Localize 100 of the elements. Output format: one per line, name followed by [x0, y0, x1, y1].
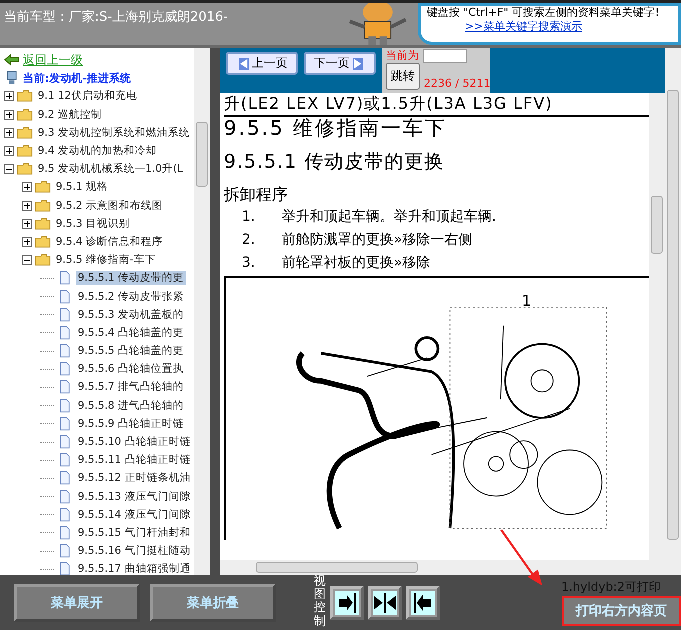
- scrollbar[interactable]: [194, 48, 210, 575]
- next-page-button[interactable]: 下一页: [304, 52, 376, 75]
- expand-toggle-icon[interactable]: [4, 91, 14, 102]
- folder-icon: [17, 108, 33, 122]
- document-icon: [57, 416, 73, 431]
- procedure-heading: 拆卸程序: [224, 185, 289, 206]
- tree-item[interactable]: 9.5.5.1 传动皮带的更: [76, 271, 186, 286]
- arrows-inward-icon: [373, 590, 397, 614]
- tree-item[interactable]: 9.4 发动机的加热和冷却: [36, 144, 160, 158]
- tree-item[interactable]: 9.5.5.3 发动机盖板的: [76, 308, 186, 322]
- tree-item[interactable]: 9.5.5.13 液压气门间隙: [76, 490, 193, 504]
- document-subtitle: 升(LE2 LEX LV7)或1.5升(L3A L3G LFV): [224, 93, 649, 117]
- tip-text: 键盘按 "Ctrl+F" 可搜索左侧的资料菜单关键字!: [427, 6, 661, 19]
- right-pane-view-button[interactable]: [330, 586, 364, 620]
- document-icon: [57, 362, 73, 376]
- folder-icon: [35, 216, 51, 231]
- document-icon: [57, 344, 73, 358]
- document-icon: [57, 326, 73, 340]
- folder-icon: [35, 234, 51, 249]
- tree-item[interactable]: 9.5.5.14 液压气门间隙: [76, 508, 193, 522]
- document-icon: [57, 290, 73, 304]
- folder-icon: [17, 144, 33, 158]
- tree-item[interactable]: 9.5.3 目视识别: [54, 216, 132, 231]
- document-icon: [57, 435, 73, 450]
- scrollbar[interactable]: [649, 93, 665, 560]
- tree-item[interactable]: 9.5.5.8 进气凸轮轴的: [76, 398, 186, 413]
- tree-item[interactable]: 9.5.5.10 凸轮轴正时链: [76, 435, 193, 450]
- document-icon: [57, 398, 73, 413]
- tree-item[interactable]: 9.5.5.15 气门杆油封和: [76, 526, 193, 540]
- section-heading: 9.5.5 维修指南一车下: [224, 117, 448, 139]
- document-icon: [57, 526, 73, 540]
- step-text: 举升和顶起车辆。举升和顶起车辆.: [282, 208, 496, 227]
- document-icon: [57, 271, 73, 286]
- tree-item[interactable]: 9.5.5.6 凸轮轴位置执: [76, 362, 186, 376]
- document-icon: [57, 308, 73, 322]
- tree-item[interactable]: 9.5.5.9 凸轮轴正时链: [76, 416, 186, 431]
- figure-callout-number: 1: [522, 292, 532, 310]
- folder-icon: [17, 162, 33, 176]
- tree-item[interactable]: 9.5.5.17 曲轴箱强制通: [76, 562, 193, 575]
- folder-icon: [17, 126, 33, 140]
- step-number: 3.: [242, 254, 256, 273]
- tree-item[interactable]: 9.5.5.5 凸轮轴盖的更: [76, 344, 186, 358]
- collapse-toggle-icon[interactable]: [4, 164, 14, 174]
- back-link[interactable]: 返回上一级: [23, 52, 83, 69]
- document-icon: [57, 508, 73, 522]
- previous-page-button[interactable]: 上一页: [226, 52, 298, 75]
- folder-icon: [17, 89, 33, 104]
- print-button[interactable]: 打印右方内容页: [562, 596, 681, 626]
- current-page-label: 当前为: [386, 48, 419, 63]
- expand-toggle-icon[interactable]: [22, 236, 32, 247]
- document-icon: [57, 562, 73, 575]
- document-title: 9.5.5.1 传动皮带的更换: [224, 150, 446, 175]
- document-icon: [57, 380, 73, 394]
- tree-item[interactable]: 9.1 12伏启动和充电: [36, 89, 140, 104]
- print-mode-text: 1.hyldyb:2可打印: [561, 579, 661, 596]
- back-arrow-icon: [4, 53, 20, 68]
- expand-toggle-icon[interactable]: [22, 200, 32, 211]
- computer-icon: [4, 71, 20, 86]
- document-icon: [57, 544, 73, 558]
- tree-item[interactable]: 9.5.5.16 气门挺柱随动: [76, 544, 193, 558]
- right-arrow-icon: [353, 58, 363, 70]
- expand-toggle-icon[interactable]: [22, 182, 32, 192]
- tree-item[interactable]: 9.5.2 示意图和布线图: [54, 198, 166, 213]
- tree-item[interactable]: 9.5.5.2 传动皮带张紧: [76, 290, 186, 304]
- left-arrow-icon: [239, 58, 249, 70]
- step-text: 前轮罩衬板的更换»移除: [282, 254, 431, 273]
- step-text: 前舱防溅罩的更换»移除一右侧: [282, 231, 473, 250]
- expand-toggle-icon[interactable]: [4, 110, 14, 120]
- jump-button[interactable]: 跳转: [386, 63, 420, 90]
- left-pane-view-button[interactable]: [406, 586, 440, 620]
- tree-item[interactable]: 9.5.4 诊断信息和程序: [54, 234, 166, 249]
- arrow-left-bar-icon: [411, 590, 435, 614]
- page-input[interactable]: [423, 49, 467, 63]
- tree-item[interactable]: 9.5.5.11 凸轮轴正时链: [76, 453, 193, 468]
- tree-item[interactable]: 9.5.5 维修指南-车下: [54, 253, 158, 268]
- split-view-button[interactable]: [368, 586, 402, 620]
- tree-item[interactable]: 9.5.5.7 排气凸轮轴的: [76, 380, 186, 394]
- document-icon: [57, 490, 73, 504]
- current-category-text: 当前:发动机-推进系统: [23, 70, 131, 86]
- collapse-toggle-icon[interactable]: [22, 255, 32, 266]
- tree-item[interactable]: 9.5.5.12 正时链条机油: [76, 471, 193, 486]
- folder-icon: [35, 180, 51, 194]
- expand-toggle-icon[interactable]: [22, 218, 32, 229]
- expand-toggle-icon[interactable]: [4, 128, 14, 138]
- page-count-text: 2236 / 5211: [424, 77, 491, 90]
- folder-icon: [35, 253, 51, 268]
- step-number: 2.: [242, 231, 256, 250]
- tree-item[interactable]: 9.5.5.4 凸轮轴盖的更: [76, 326, 186, 340]
- folder-icon: [35, 198, 51, 213]
- car-model-text: 当前车型：厂家:S-上海别克威朗2016-: [3, 9, 230, 27]
- document-icon: [57, 453, 73, 468]
- arrow-right-bar-icon: [335, 590, 359, 614]
- tree-item[interactable]: 9.2 巡航控制: [36, 108, 104, 122]
- view-control-label: 视图控制: [314, 575, 326, 628]
- tree-item[interactable]: 9.5.1 规格: [54, 180, 110, 194]
- step-number: 1.: [242, 208, 256, 227]
- search-demo-link[interactable]: >>菜单关键字搜索演示: [465, 19, 672, 34]
- tree-item[interactable]: 9.5 发动机机械系统—1.0升(L: [36, 162, 186, 176]
- expand-toggle-icon[interactable]: [4, 146, 14, 156]
- tree-item[interactable]: 9.3 发动机控制系统和燃油系统: [36, 126, 192, 140]
